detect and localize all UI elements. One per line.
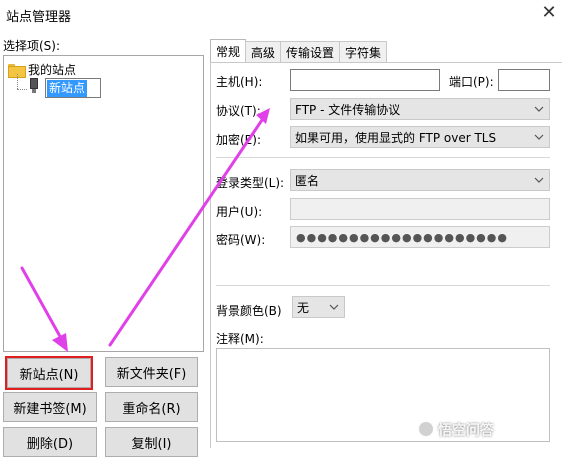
comments-textarea[interactable] — [216, 348, 550, 442]
site-tree[interactable]: 我的站点 新站点 — [3, 55, 204, 352]
logon-type-value: 匿名 — [295, 173, 320, 188]
chevron-down-icon — [534, 134, 544, 140]
delete-button[interactable]: 删除(D) — [3, 427, 97, 457]
tab-bar: 常规 高级 传输设置 字符集 — [210, 39, 388, 62]
bg-color-label: 背景颜色(B) — [216, 304, 282, 318]
select-entry-label: 选择项(S): — [3, 39, 61, 53]
protocol-select[interactable]: FTP - 文件传输协议 — [290, 98, 550, 120]
user-input — [290, 198, 550, 220]
watermark-text: 悟空问答 — [438, 423, 494, 439]
tree-root-label: 我的站点 — [28, 63, 77, 77]
watermark-logo-icon — [417, 420, 435, 438]
bg-color-value: 无 — [297, 300, 310, 315]
logon-type-label: 登录类型(L): — [216, 176, 285, 190]
new-site-button[interactable]: 新站点(N) — [5, 356, 93, 390]
user-label: 用户(U): — [216, 205, 263, 219]
tab-general[interactable]: 常规 — [210, 39, 247, 62]
host-input[interactable] — [290, 69, 440, 91]
port-label: 端口(P): — [449, 75, 494, 89]
tab-advanced[interactable]: 高级 — [245, 41, 282, 62]
protocol-label: 协议(T): — [216, 104, 261, 118]
tab-transfer-settings[interactable]: 传输设置 — [280, 41, 341, 62]
chevron-down-icon — [329, 304, 339, 310]
port-input[interactable] — [498, 69, 550, 91]
tree-connector — [17, 74, 18, 89]
encryption-select[interactable]: 如果可用，使用显式的 FTP over TLS — [290, 126, 550, 148]
copy-button[interactable]: 复制(I) — [105, 427, 198, 457]
comments-label: 注释(M): — [216, 332, 264, 346]
encryption-value: 如果可用，使用显式的 FTP over TLS — [295, 130, 497, 145]
encryption-label: 加密(E): — [216, 133, 261, 147]
bg-color-select[interactable]: 无 — [292, 296, 345, 318]
tab-charset[interactable]: 字符集 — [339, 41, 388, 62]
new-bookmark-button[interactable]: 新建书签(M) — [3, 392, 97, 422]
password-label: 密码(W): — [216, 233, 266, 247]
new-folder-button[interactable]: 新文件夹(F) — [105, 357, 198, 387]
chevron-down-icon — [534, 106, 544, 112]
section-divider — [216, 157, 550, 158]
tree-item-new-site-rename-field[interactable]: 新站点 — [45, 78, 101, 98]
protocol-value: FTP - 文件传输协议 — [295, 102, 401, 117]
host-label: 主机(H): — [216, 75, 263, 89]
password-mask: ●●●●●●●●●●●●●●●●●●●● — [296, 231, 508, 244]
server-icon — [29, 78, 39, 94]
close-icon[interactable]: ✕ — [538, 2, 560, 24]
tree-item-my-sites[interactable]: 我的站点 — [8, 61, 76, 78]
window-title: 站点管理器 — [6, 10, 72, 25]
section-divider — [216, 285, 550, 286]
chevron-down-icon — [534, 177, 544, 183]
logon-type-select[interactable]: 匿名 — [290, 169, 550, 191]
rename-button[interactable]: 重命名(R) — [105, 392, 198, 422]
tree-child-label: 新站点 — [47, 80, 88, 97]
folder-icon — [8, 63, 26, 78]
tree-connector — [17, 89, 27, 90]
